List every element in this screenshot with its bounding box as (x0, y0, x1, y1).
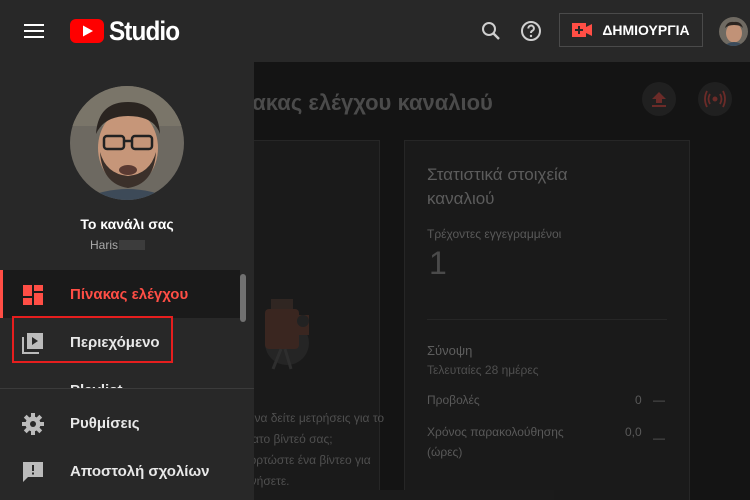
sidebar-item-feedback-label: Αποστολή σχολίων (70, 462, 210, 480)
active-indicator (0, 270, 3, 318)
views-label: Προβολές (427, 393, 480, 407)
dashboard-main: Πίνακας ελέγχου καναλιού Θέλετε να δείτε… (254, 62, 750, 500)
upload-prompt-line3: Μεταφορτώστε ένα βίντεο για (254, 453, 371, 467)
logo-text: Studio (109, 15, 180, 46)
your-channel-label: Το κανάλι σας (80, 216, 174, 232)
upload-card: Θέλετε να δείτε μετρήσεις για το πρόσφατ… (254, 140, 385, 500)
page-title: Πίνακας ελέγχου καναλιού (254, 90, 493, 115)
create-button-label: ΔΗΜΙΟΥΡΓΙΑ (602, 22, 690, 38)
account-avatar[interactable] (719, 17, 748, 46)
channel-avatar[interactable] (70, 86, 184, 200)
subscribers-count: 1 (429, 245, 447, 281)
camera-illustration-icon (265, 299, 309, 370)
top-bar: Studio ΔΗΜΙΟΥΡΓΙΑ (0, 0, 750, 62)
dashboard-icon (23, 285, 43, 305)
navigation-drawer: Το κανάλι σας Haris Πίνακας ελέγχου Περι… (0, 62, 254, 500)
horizontal-scrollbar[interactable] (254, 490, 554, 500)
live-stream-icon (704, 90, 726, 108)
channel-name-text: Haris (90, 238, 119, 252)
gear-icon (22, 413, 44, 435)
sidebar-item-feedback[interactable]: Αποστολή σχολίων (0, 447, 240, 495)
go-live-button[interactable] (698, 82, 732, 116)
search-icon (482, 22, 500, 40)
channel-stats-card: Στατιστικά στοιχεία καναλιού Τρέχοντες ε… (404, 140, 690, 500)
youtube-logo-icon (70, 19, 104, 43)
watch-time-label: Χρόνος παρακολούθησης (427, 425, 564, 439)
drawer-scrollbar-thumb[interactable] (240, 274, 246, 322)
summary-heading: Σύνοψη (427, 343, 473, 358)
channel-name: Haris (90, 238, 146, 252)
stats-heading-line2: καναλιού (427, 189, 495, 208)
create-button[interactable]: ΔΗΜΙΟΥΡΓΙΑ (559, 13, 703, 47)
upload-prompt-line1: Θέλετε να δείτε μετρήσεις για το (254, 411, 385, 425)
sidebar-item-dashboard-label: Πίνακας ελέγχου (70, 285, 189, 303)
feedback-icon (23, 462, 43, 482)
sidebar-item-settings[interactable]: Ρυθμίσεις (0, 399, 240, 447)
redacted-name-block (119, 240, 146, 250)
video-create-icon (572, 23, 593, 37)
watch-time-label-unit: (ώρες) (427, 445, 463, 459)
sidebar-item-settings-label: Ρυθμίσεις (70, 414, 140, 432)
drawer-bottom-section: Ρυθμίσεις Αποστολή σχολίων (0, 389, 254, 500)
upload-button[interactable] (642, 82, 676, 116)
summary-period: Τελευταίες 28 ημέρες (427, 363, 539, 377)
views-value: 0 (635, 393, 642, 407)
stats-divider (427, 319, 667, 320)
subscribers-label: Τρέχοντες εγγεγραμμένοι (427, 227, 562, 241)
sidebar-item-content-label: Περιεχόμενο (70, 333, 160, 351)
menu-button[interactable] (22, 19, 46, 43)
avatar-photo (719, 17, 748, 46)
search-button[interactable] (479, 19, 503, 43)
sidebar-item-content[interactable]: Περιεχόμενο (0, 318, 240, 366)
video-library-icon (22, 333, 43, 354)
watch-time-value: 0,0 (625, 425, 642, 439)
stats-heading-line1: Στατιστικά στοιχεία (427, 165, 568, 184)
youtube-studio-logo[interactable]: Studio (70, 16, 187, 46)
upload-icon (652, 92, 666, 107)
channel-avatar-photo (70, 86, 184, 200)
upload-prompt-line4: να ξεκινήσετε. (254, 474, 290, 488)
watch-time-trend: — (653, 431, 665, 445)
help-icon (521, 21, 541, 41)
views-trend: — (653, 393, 665, 407)
upload-prompt-line2: πρόσφατο βίντεό σας; (254, 432, 333, 446)
help-button[interactable] (519, 19, 543, 43)
sidebar-item-dashboard[interactable]: Πίνακας ελέγχου (0, 270, 240, 318)
